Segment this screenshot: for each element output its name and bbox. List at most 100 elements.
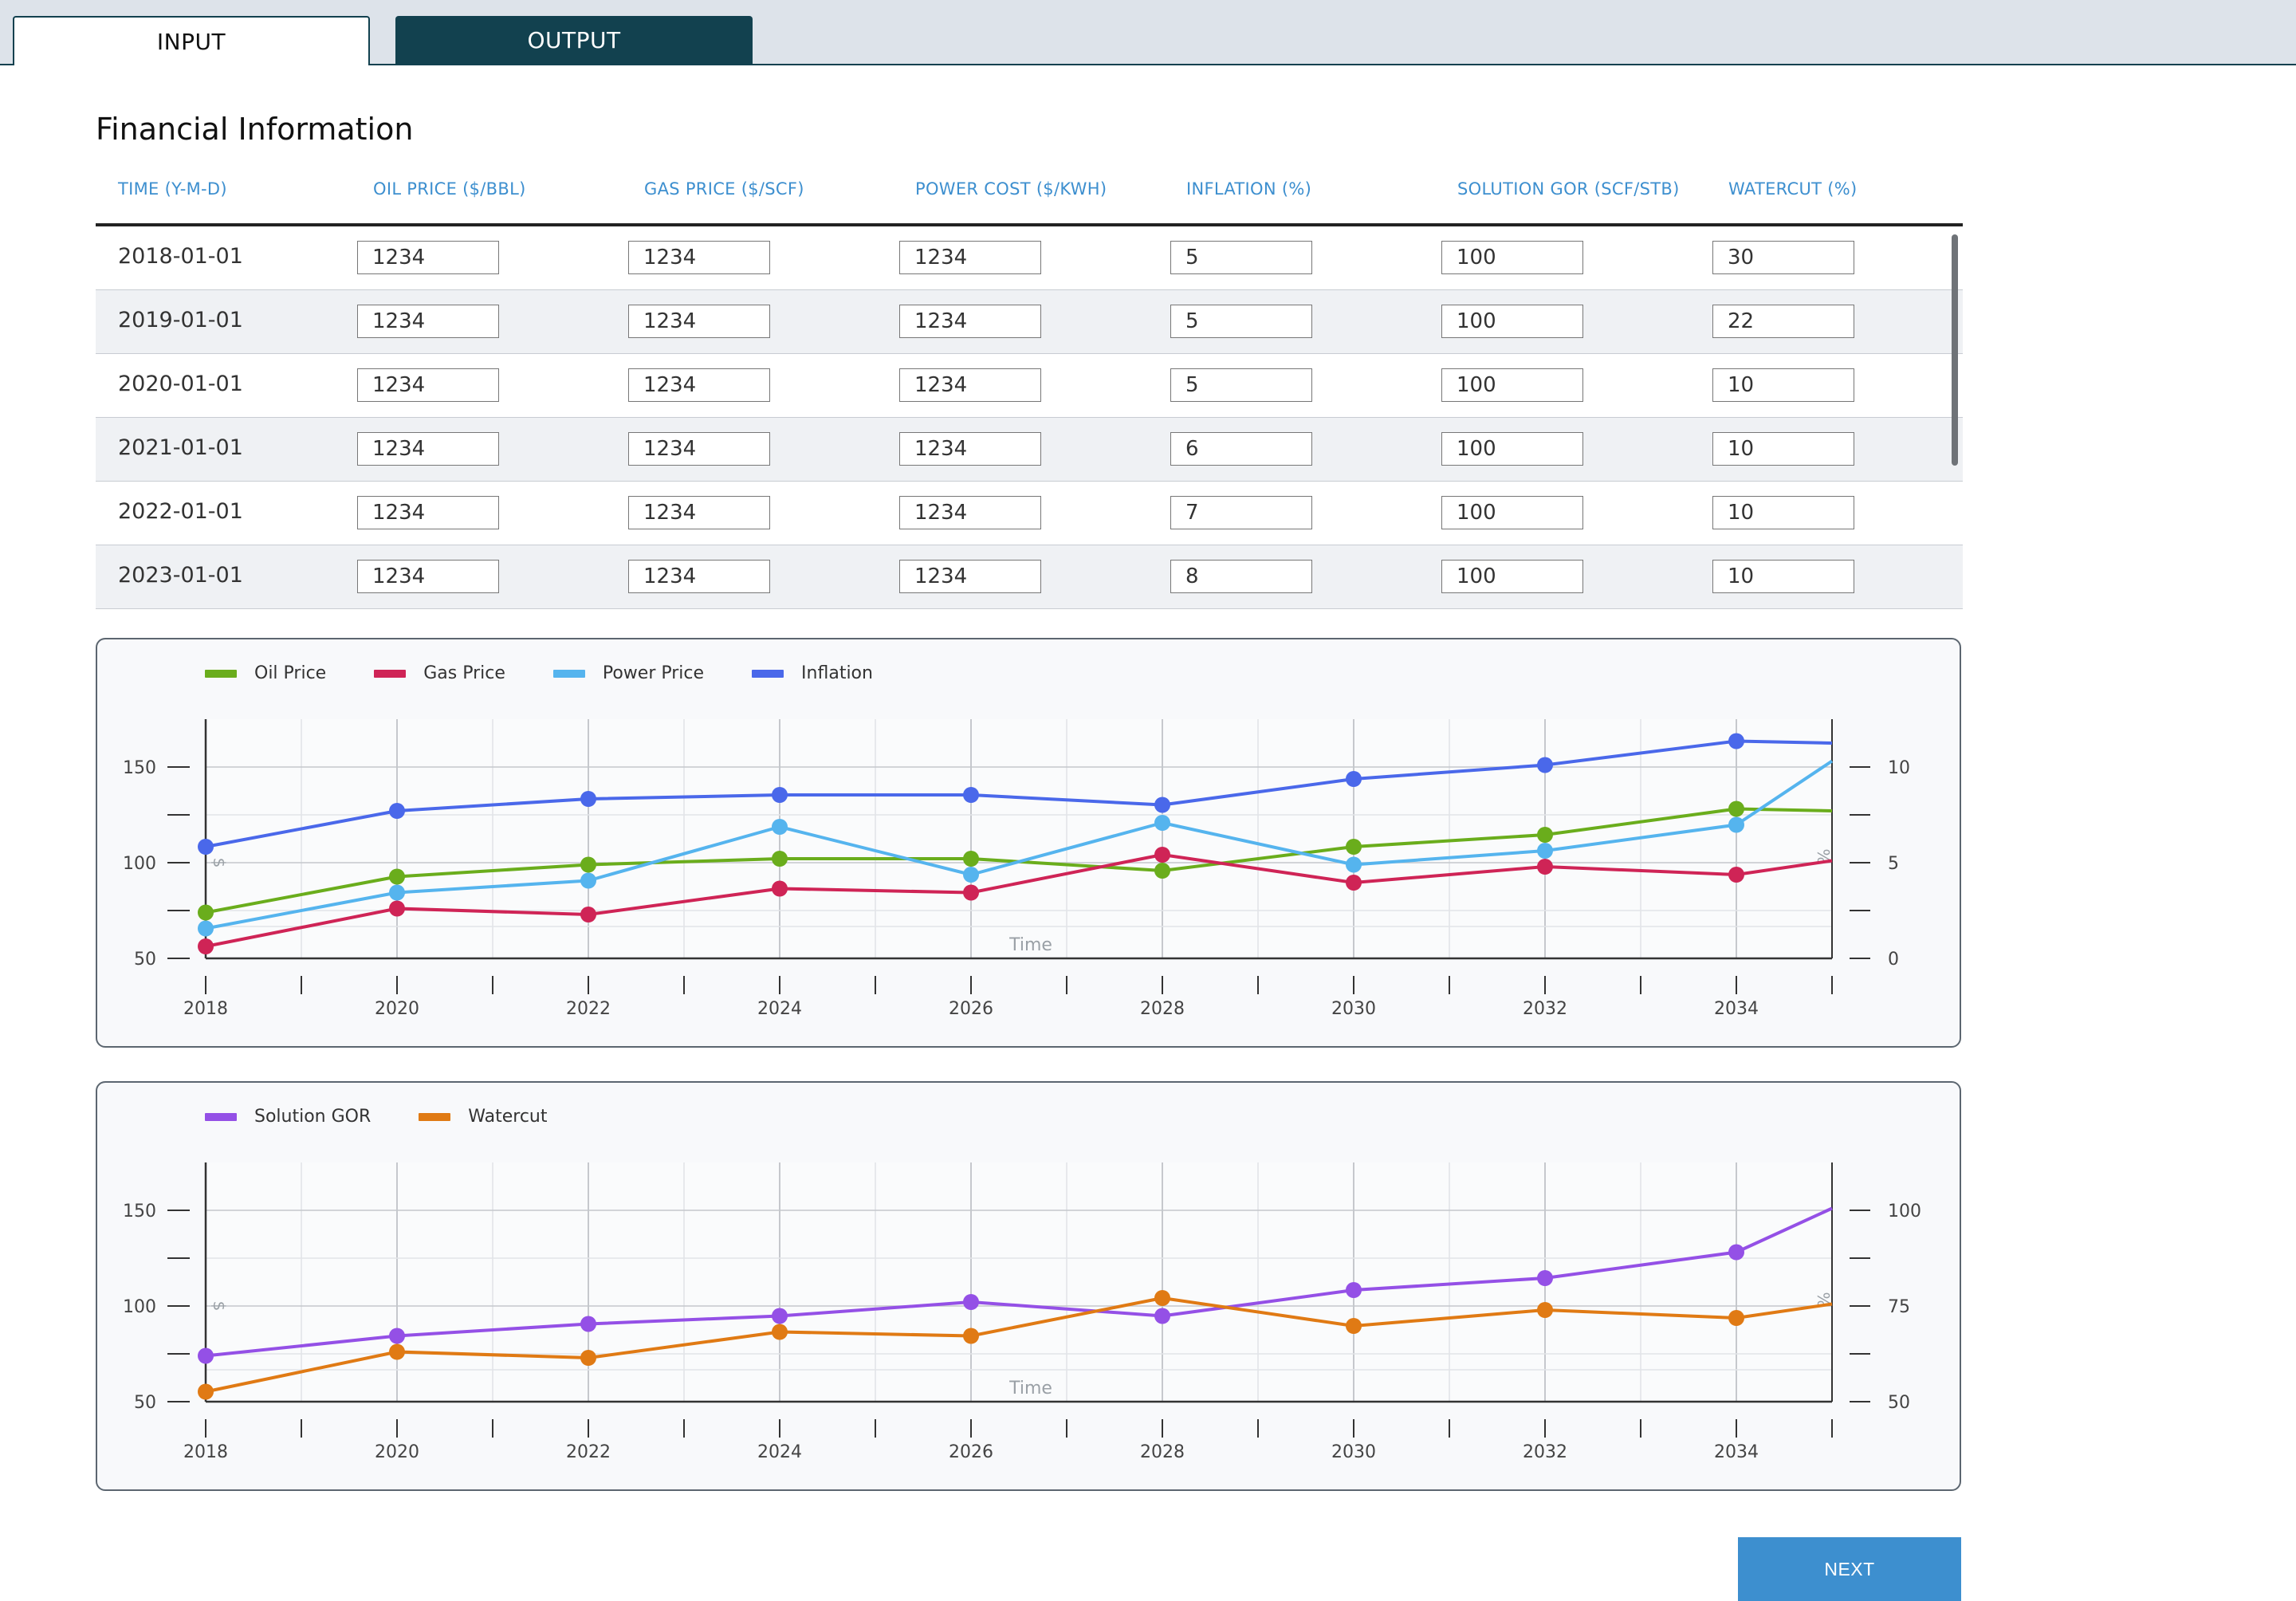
watercut-input[interactable]: [1712, 241, 1854, 274]
solution-gor-input[interactable]: [1441, 432, 1583, 466]
next-button[interactable]: NEXT: [1738, 1537, 1961, 1601]
data-point-solution-gor[interactable]: [389, 1328, 405, 1344]
data-point-gas-price[interactable]: [772, 880, 788, 897]
data-point-solution-gor[interactable]: [198, 1347, 214, 1364]
data-point-watercut[interactable]: [580, 1350, 596, 1366]
data-point-solution-gor[interactable]: [772, 1308, 788, 1324]
data-point-watercut[interactable]: [1346, 1318, 1362, 1334]
watercut-input[interactable]: [1712, 368, 1854, 402]
data-point-oil-price[interactable]: [1346, 839, 1362, 855]
data-point-gas-price[interactable]: [1537, 859, 1553, 875]
data-point-power-price[interactable]: [580, 872, 596, 889]
oil-price-input[interactable]: [357, 241, 499, 274]
watercut-input[interactable]: [1712, 560, 1854, 593]
data-point-power-price[interactable]: [1728, 816, 1744, 833]
power-cost-input[interactable]: [899, 496, 1041, 529]
data-point-solution-gor[interactable]: [1154, 1308, 1170, 1324]
table-row: 2018-01-01: [96, 226, 1963, 290]
data-point-inflation[interactable]: [1346, 771, 1362, 787]
gas-price-input[interactable]: [628, 241, 770, 274]
data-point-power-price[interactable]: [1346, 856, 1362, 873]
watercut-input[interactable]: [1712, 432, 1854, 466]
data-point-oil-price[interactable]: [389, 868, 405, 885]
solution-gor-input[interactable]: [1441, 496, 1583, 529]
data-point-inflation[interactable]: [963, 787, 979, 803]
data-point-inflation[interactable]: [389, 803, 405, 819]
gas-price-input[interactable]: [628, 368, 770, 402]
data-point-inflation[interactable]: [580, 791, 596, 807]
oil-price-input[interactable]: [357, 496, 499, 529]
tab-input[interactable]: INPUT: [13, 16, 370, 65]
watercut-input[interactable]: [1712, 496, 1854, 529]
inflation-input[interactable]: [1170, 368, 1312, 402]
table-row: 2022-01-01: [96, 482, 1963, 545]
data-point-inflation[interactable]: [772, 787, 788, 803]
power-cost-input[interactable]: [899, 560, 1041, 593]
inflation-input[interactable]: [1170, 305, 1312, 338]
data-point-inflation[interactable]: [198, 839, 214, 855]
tab-output[interactable]: OUTPUT: [395, 16, 753, 64]
data-point-oil-price[interactable]: [1154, 863, 1170, 879]
oil-price-input[interactable]: [357, 432, 499, 466]
gas-price-input[interactable]: [628, 560, 770, 593]
data-point-solution-gor[interactable]: [1346, 1282, 1362, 1298]
data-point-watercut[interactable]: [963, 1328, 979, 1344]
power-cost-input[interactable]: [899, 241, 1041, 274]
data-point-gas-price[interactable]: [1154, 847, 1170, 863]
data-point-gas-price[interactable]: [389, 900, 405, 917]
data-point-watercut[interactable]: [1154, 1290, 1170, 1306]
power-cost-input[interactable]: [899, 368, 1041, 402]
table-scrollbar[interactable]: [1952, 234, 1958, 466]
data-point-oil-price[interactable]: [772, 851, 788, 867]
power-cost-input[interactable]: [899, 432, 1041, 466]
data-point-gas-price[interactable]: [198, 938, 214, 954]
data-point-solution-gor[interactable]: [1728, 1244, 1744, 1261]
data-point-watercut[interactable]: [198, 1383, 214, 1400]
financial-table: TIME (Y-M-D) OIL PRICE ($/BBL) GAS PRICE…: [96, 167, 1963, 609]
header-gas-price: GAS PRICE ($/SCF): [644, 179, 804, 199]
data-point-watercut[interactable]: [1728, 1310, 1744, 1326]
data-point-solution-gor[interactable]: [963, 1294, 979, 1310]
data-point-power-price[interactable]: [963, 867, 979, 883]
data-point-oil-price[interactable]: [963, 851, 979, 867]
power-cost-input[interactable]: [899, 305, 1041, 338]
data-point-gas-price[interactable]: [963, 884, 979, 901]
gas-price-input[interactable]: [628, 305, 770, 338]
data-point-oil-price[interactable]: [198, 904, 214, 921]
data-point-power-price[interactable]: [1154, 815, 1170, 831]
data-point-inflation[interactable]: [1154, 797, 1170, 813]
data-point-oil-price[interactable]: [1537, 827, 1553, 843]
inflation-input[interactable]: [1170, 560, 1312, 593]
data-point-watercut[interactable]: [389, 1343, 405, 1360]
oil-price-input[interactable]: [357, 305, 499, 338]
data-point-oil-price[interactable]: [1728, 800, 1744, 817]
data-point-power-price[interactable]: [1537, 843, 1553, 859]
data-point-inflation[interactable]: [1728, 733, 1744, 749]
data-point-gas-price[interactable]: [1346, 875, 1362, 891]
data-point-watercut[interactable]: [772, 1324, 788, 1340]
solution-gor-input[interactable]: [1441, 560, 1583, 593]
solution-gor-input[interactable]: [1441, 305, 1583, 338]
data-point-solution-gor[interactable]: [580, 1316, 596, 1332]
data-point-inflation[interactable]: [1537, 757, 1553, 773]
data-point-power-price[interactable]: [389, 884, 405, 901]
gas-price-input[interactable]: [628, 432, 770, 466]
header-oil-price: OIL PRICE ($/BBL): [373, 179, 526, 199]
solution-gor-input[interactable]: [1441, 241, 1583, 274]
data-point-solution-gor[interactable]: [1537, 1270, 1553, 1286]
oil-price-input[interactable]: [357, 560, 499, 593]
inflation-input[interactable]: [1170, 432, 1312, 466]
data-point-gas-price[interactable]: [1728, 867, 1744, 883]
data-point-gas-price[interactable]: [580, 907, 596, 922]
data-point-power-price[interactable]: [198, 920, 214, 937]
data-point-oil-price[interactable]: [580, 856, 596, 873]
inflation-input[interactable]: [1170, 241, 1312, 274]
data-point-watercut[interactable]: [1537, 1302, 1553, 1318]
oil-price-input[interactable]: [357, 368, 499, 402]
gas-price-input[interactable]: [628, 496, 770, 529]
x-tick-label: 2032: [1523, 1442, 1567, 1462]
inflation-input[interactable]: [1170, 496, 1312, 529]
data-point-power-price[interactable]: [772, 819, 788, 835]
watercut-input[interactable]: [1712, 305, 1854, 338]
solution-gor-input[interactable]: [1441, 368, 1583, 402]
